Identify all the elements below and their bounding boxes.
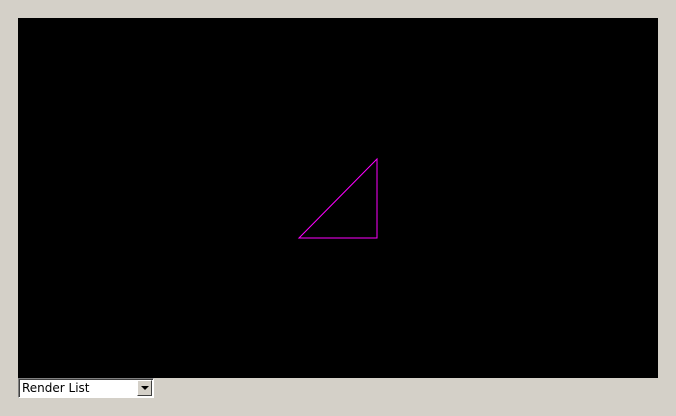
- render-viewport[interactable]: [18, 18, 658, 378]
- dropdown-button[interactable]: [137, 380, 152, 396]
- render-mode-selected-value: Render List: [22, 381, 90, 395]
- wireframe-triangle: [297, 157, 378, 239]
- chevron-down-icon: [141, 386, 149, 390]
- render-mode-dropdown[interactable]: Render List: [18, 378, 154, 398]
- scene-canvas: [297, 157, 378, 239]
